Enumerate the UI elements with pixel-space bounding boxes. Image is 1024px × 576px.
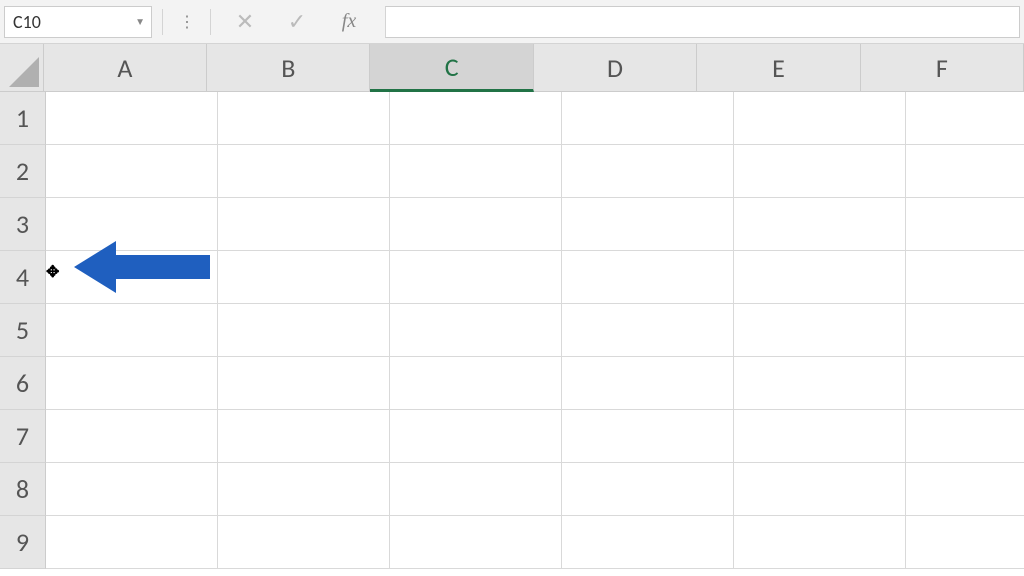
cell[interactable] (46, 92, 218, 145)
cell[interactable] (218, 463, 390, 516)
formula-input[interactable] (385, 6, 1020, 38)
row-header-9[interactable]: 9 (0, 516, 46, 569)
spreadsheet: A B C D E F 1 2 3 4 5 6 7 8 9 (0, 44, 1024, 576)
cell[interactable] (906, 145, 1024, 198)
row-header-6[interactable]: 6 (0, 357, 46, 410)
cell[interactable] (390, 251, 562, 304)
cell-row (46, 463, 1024, 516)
cell[interactable] (734, 463, 906, 516)
cell[interactable] (734, 92, 906, 145)
row-header-7[interactable]: 7 (0, 410, 46, 463)
name-box-value: C10 (13, 11, 41, 33)
cell[interactable] (390, 516, 562, 569)
cells-grid (46, 92, 1024, 576)
cancel-icon: ✕ (236, 8, 254, 35)
column-header-a[interactable]: A (44, 44, 207, 92)
column-header-e[interactable]: E (697, 44, 860, 92)
cancel-button: ✕ (221, 6, 269, 38)
column-header-d[interactable]: D (534, 44, 697, 92)
select-all-corner[interactable] (0, 44, 44, 92)
cell[interactable] (562, 463, 734, 516)
row-header-8[interactable]: 8 (0, 463, 46, 516)
cell[interactable] (562, 92, 734, 145)
column-header-f[interactable]: F (861, 44, 1024, 92)
cell[interactable] (46, 198, 218, 251)
cell[interactable] (218, 145, 390, 198)
grid-body: 1 2 3 4 5 6 7 8 9 (0, 92, 1024, 576)
row-headers: 1 2 3 4 5 6 7 8 9 (0, 92, 46, 576)
cell[interactable] (562, 516, 734, 569)
cell[interactable] (734, 357, 906, 410)
separator (210, 9, 211, 35)
row-header-1[interactable]: 1 (0, 92, 46, 145)
cell[interactable] (734, 516, 906, 569)
cell[interactable] (46, 251, 218, 304)
cell[interactable] (390, 145, 562, 198)
cell[interactable] (218, 92, 390, 145)
separator (162, 9, 163, 35)
row-header-4[interactable]: 4 (0, 251, 46, 304)
enter-button: ✓ (273, 6, 321, 38)
cell[interactable] (218, 410, 390, 463)
cell[interactable] (562, 145, 734, 198)
cell-row (46, 145, 1024, 198)
cell[interactable] (906, 92, 1024, 145)
cell[interactable] (390, 357, 562, 410)
insert-function-button[interactable]: fx (325, 6, 373, 38)
cell-row (46, 516, 1024, 569)
cell[interactable] (562, 410, 734, 463)
cell[interactable] (906, 198, 1024, 251)
cell[interactable] (46, 304, 218, 357)
column-header-b[interactable]: B (207, 44, 370, 92)
row-header-5[interactable]: 5 (0, 304, 46, 357)
cell[interactable] (562, 251, 734, 304)
cell[interactable] (218, 251, 390, 304)
fx-icon: fx (342, 10, 356, 33)
cell[interactable] (906, 516, 1024, 569)
cell[interactable] (46, 410, 218, 463)
cell[interactable] (46, 145, 218, 198)
cell-row (46, 304, 1024, 357)
cell[interactable] (390, 410, 562, 463)
formula-bar: C10 ▼ ⋮ ✕ ✓ fx (0, 0, 1024, 44)
grip-dots-icon[interactable]: ⋮ (173, 12, 200, 32)
cell[interactable] (390, 463, 562, 516)
cell[interactable] (734, 198, 906, 251)
cell-row (46, 198, 1024, 251)
cell[interactable] (562, 304, 734, 357)
cell[interactable] (906, 357, 1024, 410)
cell-row (46, 357, 1024, 410)
cell-row (46, 251, 1024, 304)
triangle-icon (9, 57, 39, 87)
cell-row (46, 410, 1024, 463)
cell[interactable] (390, 198, 562, 251)
column-headers: A B C D E F (0, 44, 1024, 92)
column-header-c[interactable]: C (370, 44, 533, 92)
cell[interactable] (46, 516, 218, 569)
check-icon: ✓ (288, 8, 306, 35)
cell[interactable] (218, 198, 390, 251)
row-header-2[interactable]: 2 (0, 145, 46, 198)
cell[interactable] (218, 304, 390, 357)
cell[interactable] (390, 304, 562, 357)
row-header-3[interactable]: 3 (0, 198, 46, 251)
cell[interactable] (46, 463, 218, 516)
cell[interactable] (906, 304, 1024, 357)
cell[interactable] (562, 198, 734, 251)
cell[interactable] (734, 304, 906, 357)
cell[interactable] (906, 251, 1024, 304)
cell[interactable] (218, 516, 390, 569)
cell[interactable] (734, 410, 906, 463)
cell[interactable] (734, 145, 906, 198)
cell[interactable] (906, 410, 1024, 463)
cell[interactable] (390, 92, 562, 145)
cell[interactable] (906, 463, 1024, 516)
name-box[interactable]: C10 ▼ (4, 6, 152, 38)
cell[interactable] (46, 357, 218, 410)
cell[interactable] (734, 251, 906, 304)
cell-row (46, 92, 1024, 145)
cell[interactable] (218, 357, 390, 410)
cell[interactable] (562, 357, 734, 410)
dropdown-icon[interactable]: ▼ (135, 15, 145, 28)
